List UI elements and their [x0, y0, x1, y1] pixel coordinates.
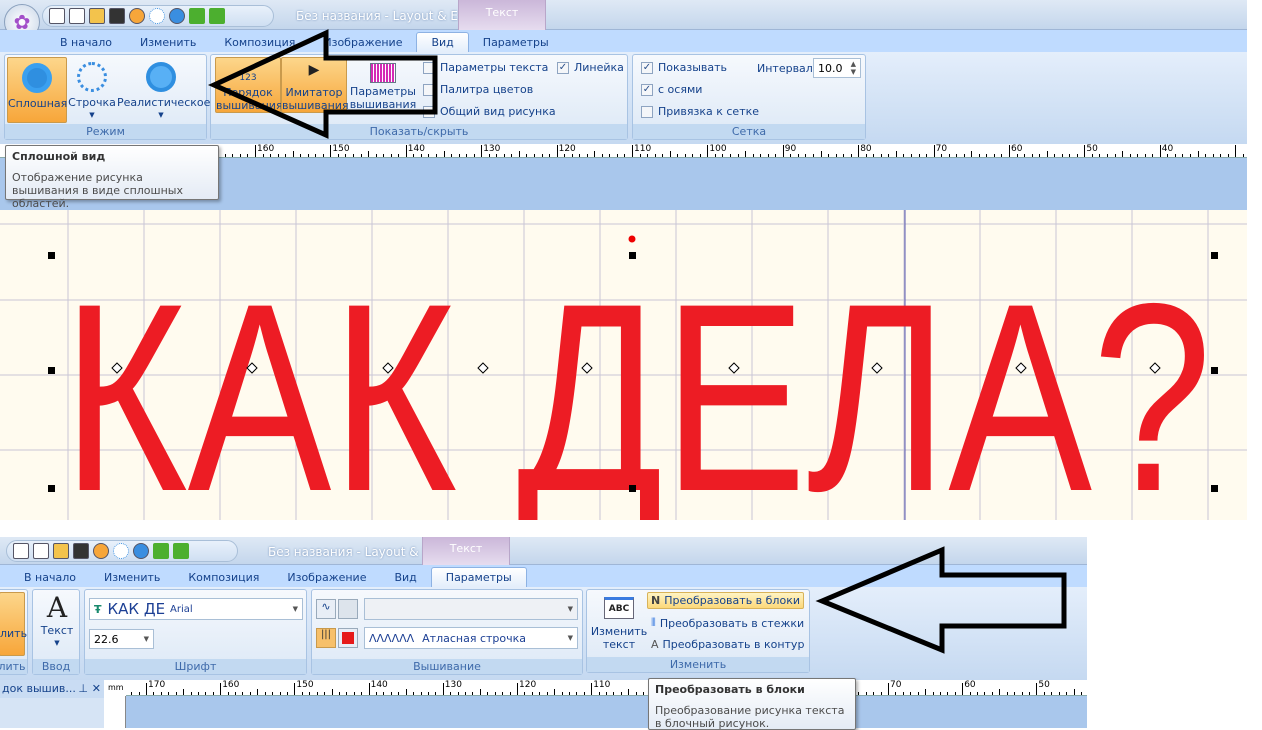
arrow-annotation-top [207, 29, 438, 139]
arrow-annotation-bottom [815, 546, 1067, 654]
annotation-arrows [207, 29, 1067, 654]
